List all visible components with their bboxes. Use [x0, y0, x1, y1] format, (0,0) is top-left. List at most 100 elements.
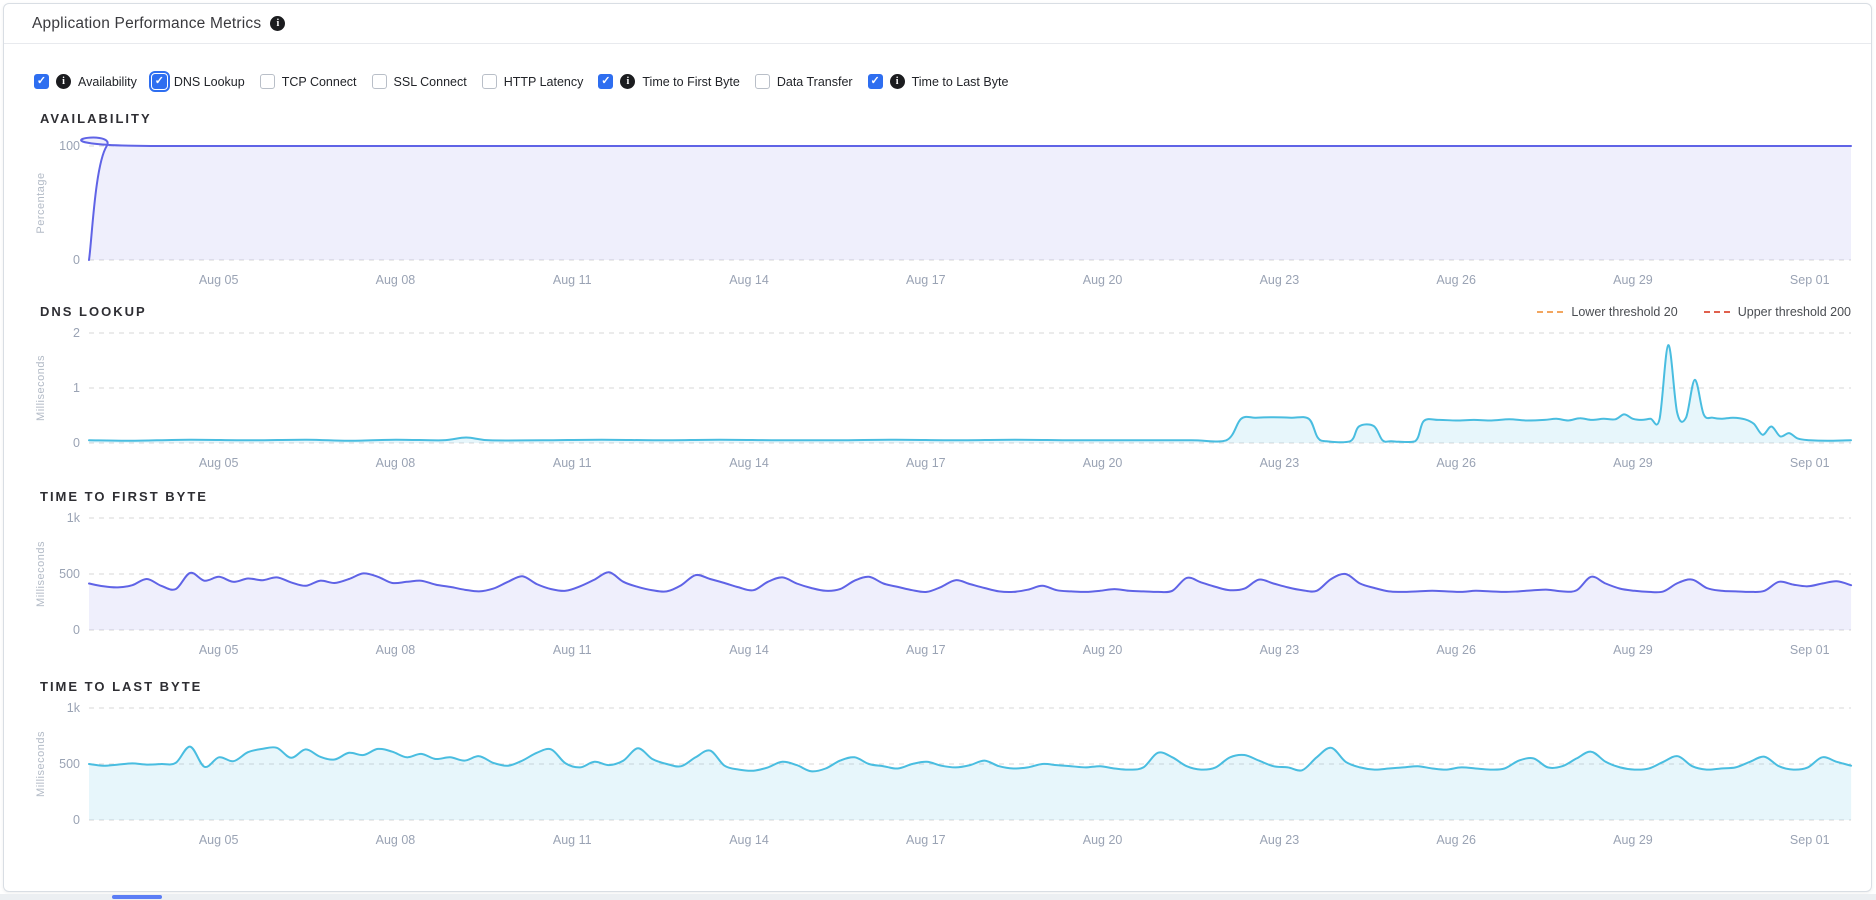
checkbox-http-latency[interactable]: [482, 74, 497, 89]
svg-text:0: 0: [73, 623, 80, 637]
metric-toggle-time-to-last-byte[interactable]: ✓ i Time to Last Byte: [868, 74, 1009, 89]
svg-text:Aug 08: Aug 08: [376, 456, 416, 470]
svg-text:500: 500: [59, 757, 80, 771]
metric-toggle-tcp-connect[interactable]: TCP Connect: [260, 74, 357, 89]
info-icon[interactable]: i: [270, 16, 285, 31]
legend-lower-threshold: Lower threshold 20: [1537, 305, 1677, 319]
checkbox-availability[interactable]: ✓: [34, 74, 49, 89]
section-title-time-to-first-byte: TIME TO FIRST BYTE: [40, 489, 208, 504]
dns-lookup-chart: 210MillisecondsAug 05Aug 08Aug 11Aug 14A…: [4, 319, 1872, 479]
metric-label: DNS Lookup: [174, 75, 245, 89]
svg-text:Milliseconds: Milliseconds: [35, 541, 47, 607]
metric-toggle-ssl-connect[interactable]: SSL Connect: [372, 74, 467, 89]
metric-toggle-bar: ✓ i Availability ✓ DNS Lookup TCP Connect SSL …: [4, 44, 1871, 99]
svg-text:Percentage: Percentage: [35, 172, 47, 233]
availability-chart: 1000PercentageAug 05Aug 08Aug 11Aug 14Au…: [4, 126, 1872, 296]
svg-text:Aug 05: Aug 05: [199, 456, 239, 470]
metric-label: TCP Connect: [282, 75, 357, 89]
metric-toggle-http-latency[interactable]: HTTP Latency: [482, 74, 584, 89]
legend-upper-threshold: Upper threshold 200: [1704, 305, 1851, 319]
svg-text:Aug 26: Aug 26: [1436, 456, 1476, 470]
svg-text:Aug 29: Aug 29: [1613, 456, 1653, 470]
metric-toggle-dns-lookup[interactable]: ✓ DNS Lookup: [152, 74, 245, 89]
lower-threshold-dash-icon: [1537, 311, 1563, 313]
chart-section-time-to-first-byte: TIME TO FIRST BYTE 1k5000MillisecondsAug…: [4, 489, 1871, 669]
svg-text:Aug 11: Aug 11: [553, 643, 592, 657]
svg-text:Sep 01: Sep 01: [1790, 833, 1830, 847]
metric-label: Data Transfer: [777, 75, 853, 89]
chart-section-availability: AVAILABILITY 1000PercentageAug 05Aug 08A…: [4, 111, 1871, 296]
svg-text:0: 0: [73, 813, 80, 827]
chart-section-dns-lookup: DNS LOOKUP Lower threshold 20 Upper thre…: [4, 304, 1871, 479]
checkbox-tcp-connect[interactable]: [260, 74, 275, 89]
checkbox-dns-lookup[interactable]: ✓: [152, 74, 167, 89]
info-icon[interactable]: i: [56, 74, 71, 89]
svg-text:Aug 20: Aug 20: [1083, 273, 1123, 287]
horizontal-scrollbar[interactable]: [0, 894, 1876, 900]
svg-text:0: 0: [73, 436, 80, 450]
svg-text:Aug 29: Aug 29: [1613, 273, 1653, 287]
time-to-last-byte-chart: 1k 500 0 Milliseconds Aug 05 Aug 08 Aug 11 Aug …: [4, 694, 1872, 859]
metrics-panel: Application Performance Metrics i ✓ i Avai…: [3, 3, 1872, 892]
svg-text:Aug 05: Aug 05: [199, 833, 239, 847]
metric-toggle-availability[interactable]: ✓ i Availability: [34, 74, 137, 89]
svg-text:Aug 17: Aug 17: [906, 833, 946, 847]
svg-text:Aug 08: Aug 08: [376, 273, 416, 287]
checkbox-ssl-connect[interactable]: [372, 74, 387, 89]
svg-text:Aug 23: Aug 23: [1260, 273, 1300, 287]
section-title-dns-lookup: DNS LOOKUP: [40, 304, 147, 319]
svg-text:Aug 29: Aug 29: [1613, 833, 1653, 847]
svg-text:Aug 08: Aug 08: [376, 643, 416, 657]
svg-text:Aug 11: Aug 11: [553, 456, 592, 470]
section-title-availability: AVAILABILITY: [40, 111, 152, 126]
chart-section-time-to-last-byte: TIME TO LAST BYTE 1k 500 0 Milliseconds Aug …: [4, 679, 1871, 859]
threshold-legend: Lower threshold 20 Upper threshold 200: [1537, 305, 1851, 319]
upper-threshold-dash-icon: [1704, 311, 1730, 313]
metric-label: HTTP Latency: [504, 75, 584, 89]
time-to-first-byte-chart: 1k5000MillisecondsAug 05Aug 08Aug 11Aug …: [4, 504, 1872, 669]
svg-text:2: 2: [73, 326, 80, 340]
svg-text:Aug 23: Aug 23: [1260, 643, 1300, 657]
metric-label: Time to First Byte: [642, 75, 739, 89]
svg-text:Sep 01: Sep 01: [1790, 643, 1830, 657]
checkbox-time-to-first-byte[interactable]: ✓: [598, 74, 613, 89]
svg-text:Aug 17: Aug 17: [906, 456, 946, 470]
svg-text:Aug 29: Aug 29: [1613, 643, 1653, 657]
svg-text:Sep 01: Sep 01: [1790, 273, 1830, 287]
svg-text:Aug 11: Aug 11: [553, 273, 592, 287]
svg-text:Aug 11: Aug 11: [553, 833, 592, 847]
svg-text:Aug 14: Aug 14: [729, 456, 769, 470]
svg-text:Milliseconds: Milliseconds: [35, 731, 47, 797]
svg-text:Aug 26: Aug 26: [1436, 643, 1476, 657]
svg-text:Aug 23: Aug 23: [1260, 456, 1300, 470]
svg-text:1k: 1k: [67, 701, 81, 715]
svg-text:Aug 20: Aug 20: [1083, 456, 1123, 470]
svg-text:1k: 1k: [67, 511, 81, 525]
info-icon[interactable]: i: [890, 74, 905, 89]
info-icon[interactable]: i: [620, 74, 635, 89]
svg-text:Aug 14: Aug 14: [729, 273, 769, 287]
svg-text:Aug 20: Aug 20: [1083, 833, 1123, 847]
svg-text:Aug 05: Aug 05: [199, 273, 239, 287]
lower-threshold-label: Lower threshold 20: [1571, 305, 1677, 319]
metric-toggle-time-to-first-byte[interactable]: ✓ i Time to First Byte: [598, 74, 739, 89]
svg-text:Aug 17: Aug 17: [906, 273, 946, 287]
metric-toggle-data-transfer[interactable]: Data Transfer: [755, 74, 853, 89]
section-title-time-to-last-byte: TIME TO LAST BYTE: [40, 679, 202, 694]
horizontal-scrollbar-thumb[interactable]: [112, 895, 162, 899]
svg-text:100: 100: [59, 139, 80, 153]
svg-text:Aug 23: Aug 23: [1260, 833, 1300, 847]
metric-label: Availability: [78, 75, 137, 89]
metric-label: Time to Last Byte: [912, 75, 1009, 89]
svg-text:Aug 08: Aug 08: [376, 833, 416, 847]
svg-text:Aug 14: Aug 14: [729, 643, 769, 657]
checkbox-data-transfer[interactable]: [755, 74, 770, 89]
svg-text:1: 1: [73, 381, 80, 395]
svg-text:Aug 17: Aug 17: [906, 643, 946, 657]
svg-text:Aug 05: Aug 05: [199, 643, 239, 657]
svg-text:Aug 26: Aug 26: [1436, 833, 1476, 847]
checkbox-time-to-last-byte[interactable]: ✓: [868, 74, 883, 89]
page-title: Application Performance Metrics: [32, 15, 261, 33]
upper-threshold-label: Upper threshold 200: [1738, 305, 1851, 319]
svg-text:Sep 01: Sep 01: [1790, 456, 1830, 470]
